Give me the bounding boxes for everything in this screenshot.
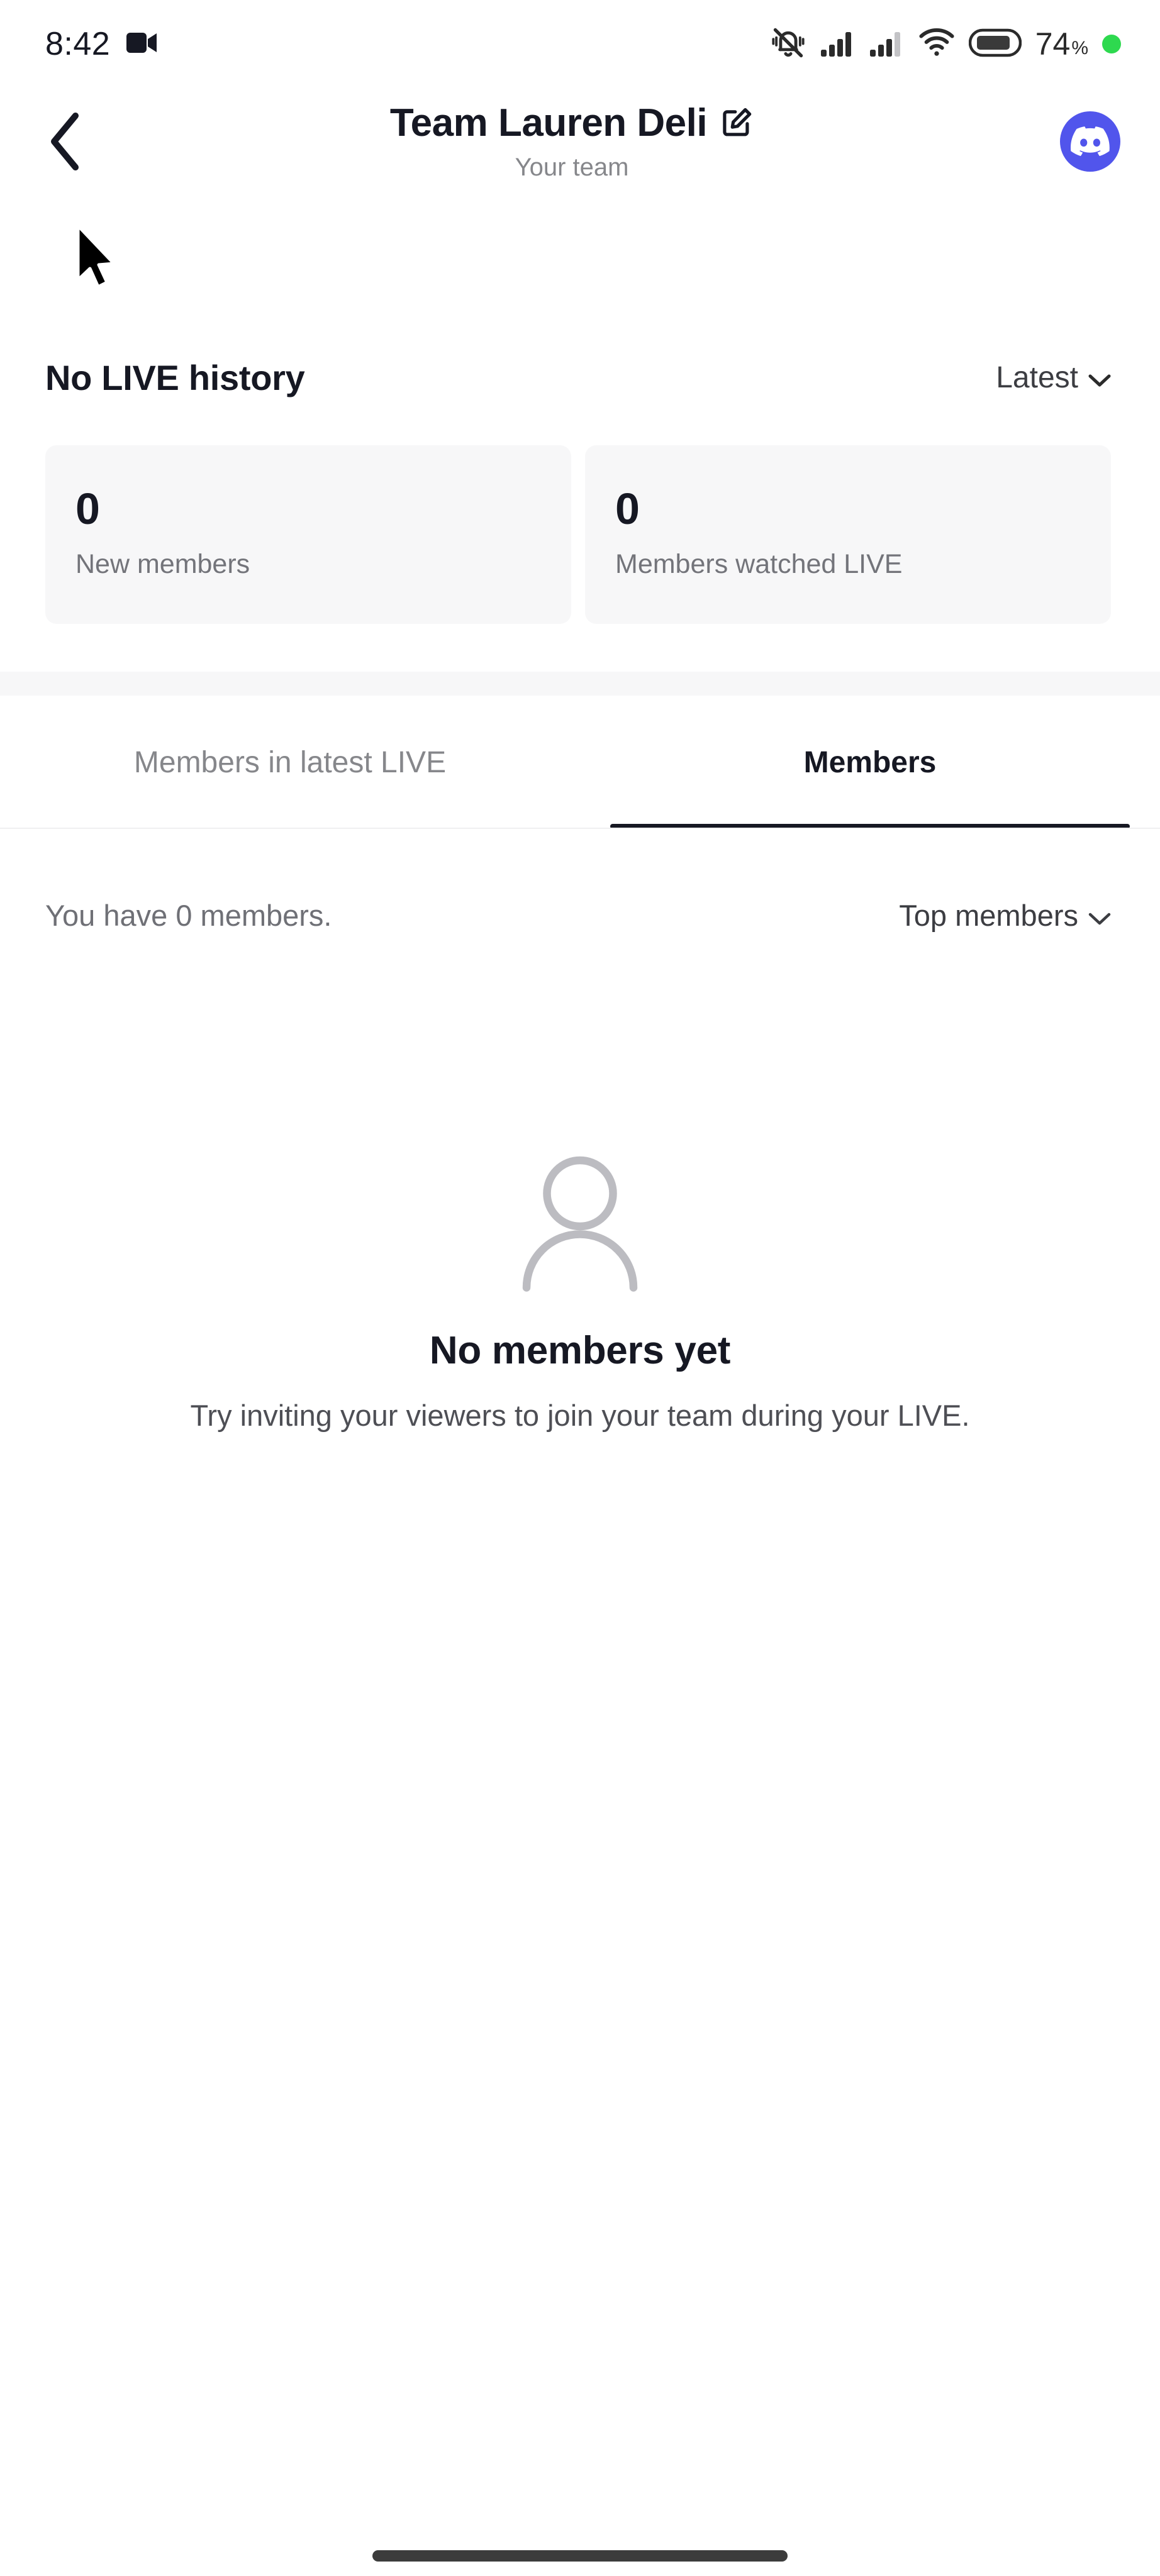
battery-percentage: 74% — [1035, 28, 1088, 60]
empty-state: No members yet Try inviting your viewers… — [0, 1145, 1160, 1435]
discord-logo-icon — [1060, 111, 1120, 172]
back-chevron-icon — [51, 113, 79, 170]
empty-state-description: Try inviting your viewers to join your t… — [190, 1399, 970, 1432]
signal-bars-icon — [820, 28, 856, 60]
signal-bars-secondary-icon — [869, 28, 905, 60]
tab-label: Members — [803, 745, 937, 779]
app-header: Team Lauren Deli Your team — [0, 88, 1160, 195]
tab-bar-bottom-border — [0, 828, 1160, 829]
live-history-title: No LIVE history — [45, 357, 305, 397]
mouse-cursor — [74, 222, 118, 291]
members-sort-dropdown[interactable]: Top members — [899, 898, 1111, 933]
stat-card-members-watched-live[interactable]: 0 Members watched LIVE — [585, 445, 1111, 624]
stats-row: 0 New members 0 Members watched LIVE — [0, 445, 1160, 624]
members-sort-label: Top members — [899, 898, 1078, 932]
tab-members-in-latest-live[interactable]: Members in latest LIVE — [0, 696, 580, 829]
video-camera-icon — [126, 31, 158, 57]
chevron-down-icon — [1088, 898, 1111, 933]
status-bar-left: 8:42 — [45, 28, 158, 60]
status-time: 8:42 — [45, 26, 111, 62]
status-bar: 8:42 74 % — [0, 0, 1160, 88]
live-history-sort-dropdown[interactable]: Latest — [996, 360, 1111, 395]
percent-sign: % — [1071, 38, 1088, 58]
battery-icon — [968, 28, 1022, 60]
chevron-down-icon — [1088, 360, 1111, 395]
status-bar-right: 74% — [770, 25, 1121, 64]
stat-value: 0 — [75, 484, 100, 534]
header-subtitle: Your team — [515, 153, 629, 182]
tab-bar: Members in latest LIVE Members — [0, 696, 1160, 829]
live-history-row: No LIVE history Latest — [0, 343, 1160, 412]
recording-indicator-dot — [1102, 35, 1121, 53]
live-history-sort-label: Latest — [996, 360, 1078, 394]
stat-card-new-members[interactable]: 0 New members — [45, 445, 571, 624]
header-title-block: Team Lauren Deli Your team — [88, 101, 1056, 182]
stat-label: New members — [75, 549, 250, 580]
edit-pencil-icon[interactable] — [720, 105, 754, 142]
tab-members[interactable]: Members — [580, 696, 1160, 829]
avatar[interactable] — [1056, 107, 1125, 176]
empty-state-title: No members yet — [429, 1329, 731, 1372]
wifi-icon — [918, 28, 955, 60]
back-button[interactable] — [44, 107, 113, 176]
bell-muted-icon — [770, 25, 806, 64]
members-header-row: You have 0 members. Top members — [0, 880, 1160, 950]
tab-label: Members in latest LIVE — [133, 745, 447, 779]
members-count-text: You have 0 members. — [45, 898, 332, 932]
section-divider — [0, 672, 1160, 696]
page-title: Team Lauren Deli — [389, 101, 708, 145]
battery-level: 74 — [1035, 26, 1071, 62]
stat-label: Members watched LIVE — [615, 549, 903, 580]
header-title-row: Team Lauren Deli — [389, 101, 754, 145]
person-placeholder-icon — [501, 1145, 659, 1302]
stat-value: 0 — [615, 484, 640, 534]
home-indicator — [372, 2550, 788, 2562]
